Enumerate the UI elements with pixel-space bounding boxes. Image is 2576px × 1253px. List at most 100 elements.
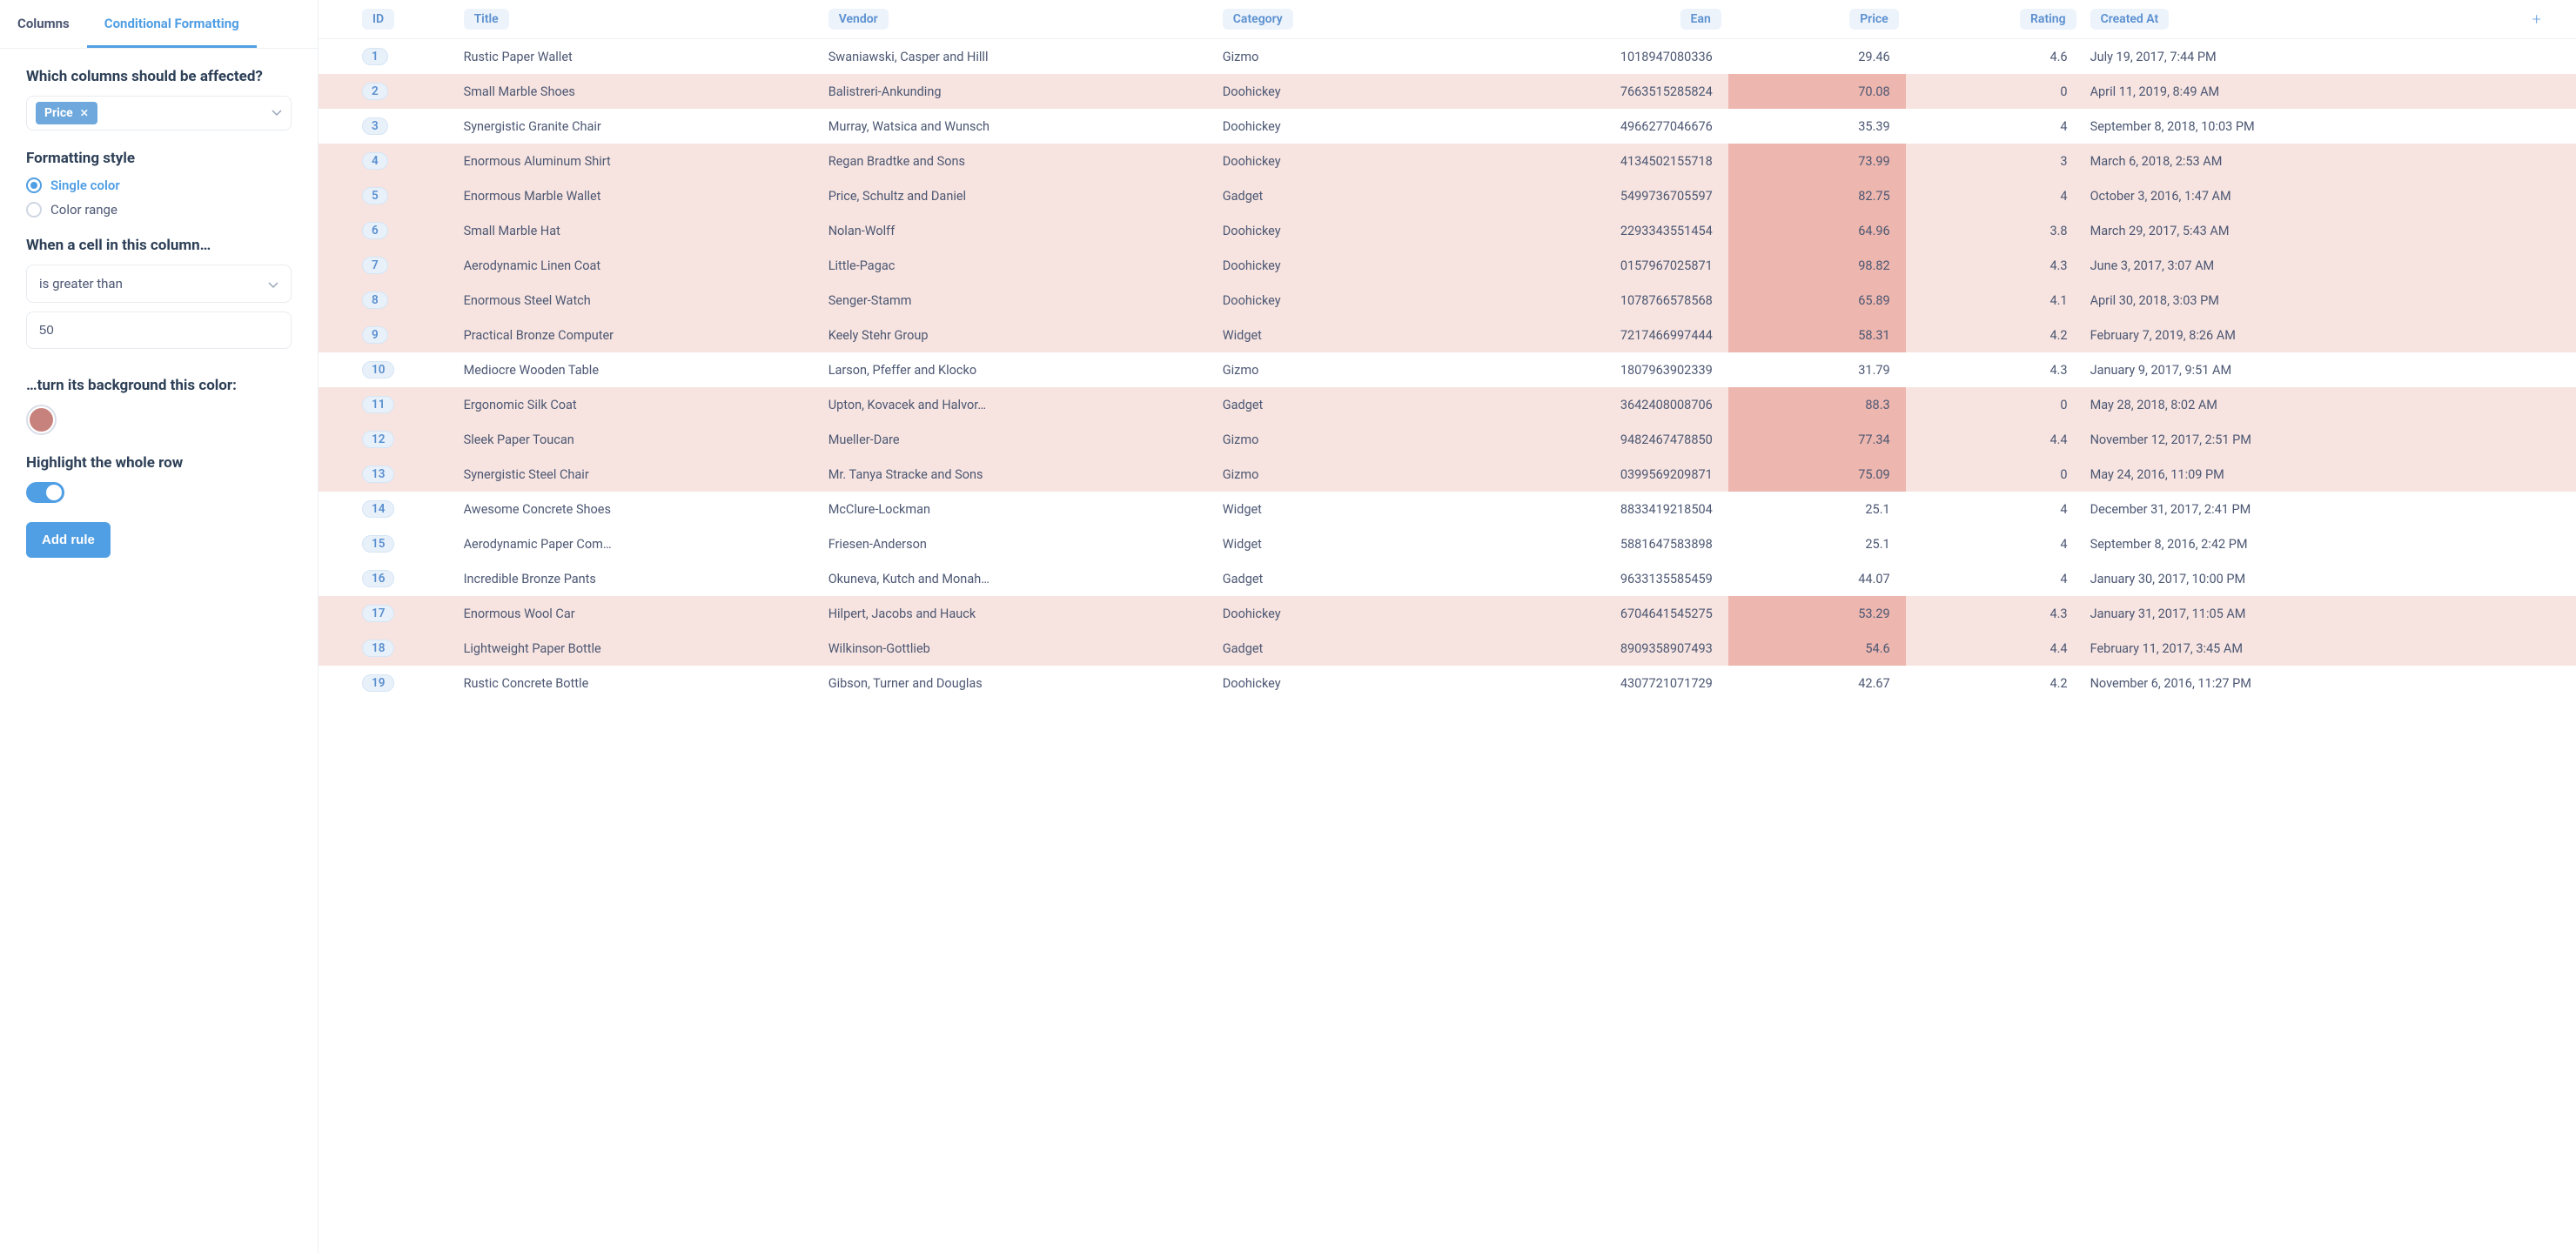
cell-price: 44.07 [1728,561,1906,596]
cell-id: 9 [319,318,457,352]
cell-ean: 4134502155718 [1442,144,1727,178]
chevron-down-icon [268,278,278,289]
cell-created: April 11, 2019, 8:49 AM [2083,74,2498,109]
cell-created: October 3, 2016, 1:47 AM [2083,178,2498,213]
cell-ean: 9482467478850 [1442,422,1727,457]
cell-vendor: Hilpert, Jacobs and Hauck [822,596,1216,631]
cell-ean: 0157967025871 [1442,248,1727,283]
cell-price: 75.09 [1728,457,1906,492]
threshold-input[interactable] [26,312,292,349]
id-pill[interactable]: 14 [362,500,394,518]
cell-vendor: Murray, Watsica and Wunsch [822,109,1216,144]
id-pill[interactable]: 10 [362,361,394,379]
cell-title: Synergistic Steel Chair [457,457,822,492]
cell-category: Doohickey [1216,74,1443,109]
add-rule-button[interactable]: Add rule [26,522,111,558]
cell-title: Small Marble Shoes [457,74,822,109]
cell-vendor: Price, Schultz and Daniel [822,178,1216,213]
tab-conditional-formatting[interactable]: Conditional Formatting [87,0,257,48]
id-pill[interactable]: 19 [362,674,394,692]
add-column-icon[interactable]: + [2527,10,2546,29]
cell-created: June 3, 2017, 3:07 AM [2083,248,2498,283]
cell-vendor: Mueller-Dare [822,422,1216,457]
cell-vendor: Mr. Tanya Stracke and Sons [822,457,1216,492]
column-header-vendor[interactable]: Vendor [828,9,889,30]
cell-created: December 31, 2017, 2:41 PM [2083,492,2498,526]
column-header-id[interactable]: ID [362,9,394,30]
cell-ean: 1078766578568 [1442,283,1727,318]
table-row: 10Mediocre Wooden TableLarson, Pfeffer a… [319,352,2576,387]
cell-category: Widget [1216,526,1443,561]
rule-panel: Which columns should be affected? Price … [0,49,318,577]
column-header-created[interactable]: Created At [2090,9,2170,30]
column-header-title[interactable]: Title [464,9,509,30]
cell-ean: 2293343551454 [1442,213,1727,248]
id-pill[interactable]: 17 [362,605,394,622]
cell-ean: 7663515285824 [1442,74,1727,109]
cell-vendor: Gibson, Turner and Douglas [822,666,1216,700]
sidebar-tabs: Columns Conditional Formatting [0,0,318,49]
operator-select[interactable]: is greater than [26,265,292,303]
column-header-rating[interactable]: Rating [2020,9,2076,30]
cell-rating: 4.1 [1906,283,2083,318]
header-row: ID Title Vendor Category Ean Price Ratin… [319,0,2576,39]
cell-rating: 4.3 [1906,596,2083,631]
cell-title: Aerodynamic Paper Com… [457,526,822,561]
cell-vendor: Larson, Pfeffer and Klocko [822,352,1216,387]
cell-ean: 0399569209871 [1442,457,1727,492]
table-row: 5Enormous Marble WalletPrice, Schultz an… [319,178,2576,213]
id-pill[interactable]: 3 [362,117,388,135]
cell-price: 64.96 [1728,213,1906,248]
highlight-row-toggle[interactable] [26,482,64,503]
cell-rating: 4.4 [1906,422,2083,457]
cell-category: Widget [1216,492,1443,526]
cell-title: Ergonomic Silk Coat [457,387,822,422]
id-pill[interactable]: 6 [362,222,388,239]
cell-price: 53.29 [1728,596,1906,631]
id-pill[interactable]: 5 [362,187,388,204]
cell-category: Doohickey [1216,283,1443,318]
table-row: 18Lightweight Paper BottleWilkinson-Gott… [319,631,2576,666]
cell-price: 70.08 [1728,74,1906,109]
id-pill[interactable]: 4 [362,152,388,170]
id-pill[interactable]: 12 [362,431,394,448]
cell-id: 1 [319,39,457,75]
id-pill[interactable]: 1 [362,48,388,65]
cell-category: Gadget [1216,631,1443,666]
id-pill[interactable]: 15 [362,535,394,553]
column-header-category[interactable]: Category [1223,9,1293,30]
radio-single-color[interactable]: Single color [26,178,292,193]
id-pill[interactable]: 18 [362,640,394,657]
cell-vendor: Little-Pagac [822,248,1216,283]
cell-ean: 7217466997444 [1442,318,1727,352]
id-pill[interactable]: 7 [362,257,388,274]
selected-column-chip[interactable]: Price ✕ [36,102,97,124]
id-pill[interactable]: 13 [362,466,394,483]
cell-title: Incredible Bronze Pants [457,561,822,596]
table-row: 13 Synergistic Steel ChairMr. Tanya Strac… [319,457,2576,492]
cell-created: January 30, 2017, 10:00 PM [2083,561,2498,596]
column-header-price[interactable]: Price [1849,9,1899,30]
id-pill[interactable]: 2 [362,83,388,100]
table-row: 6Small Marble HatNolan-WolffDoohickey229… [319,213,2576,248]
cell-price: 58.31 [1728,318,1906,352]
cell-id: 2 [319,74,457,109]
radio-color-range[interactable]: Color range [26,202,292,218]
id-pill[interactable]: 11 [362,396,394,413]
cell-rating: 4 [1906,561,2083,596]
cell-rating: 0 [1906,457,2083,492]
color-swatch-picker[interactable] [26,405,57,435]
column-picker[interactable]: Price ✕ [26,96,292,131]
id-pill[interactable]: 8 [362,291,388,309]
cell-price: 35.39 [1728,109,1906,144]
column-header-ean[interactable]: Ean [1680,9,1721,30]
cell-id: 4 [319,144,457,178]
cell-vendor: Upton, Kovacek and Halvor… [822,387,1216,422]
id-pill[interactable]: 9 [362,326,388,344]
id-pill[interactable]: 16 [362,570,394,587]
cell-ean: 8909358907493 [1442,631,1727,666]
cell-category: Doohickey [1216,109,1443,144]
tab-columns[interactable]: Columns [0,0,87,48]
remove-column-icon[interactable]: ✕ [80,107,89,119]
cell-created: February 7, 2019, 8:26 AM [2083,318,2498,352]
